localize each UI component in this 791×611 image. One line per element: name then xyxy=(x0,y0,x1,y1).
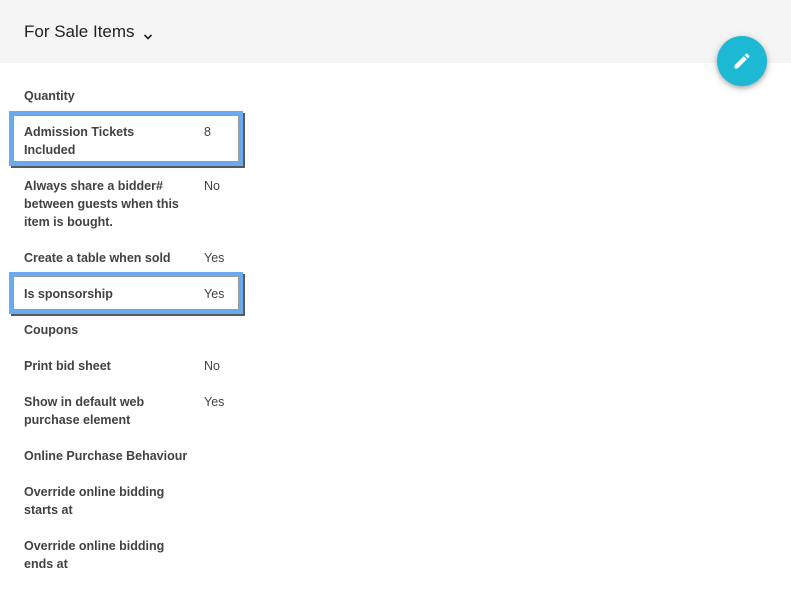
property-label: Quantity xyxy=(24,89,75,103)
section-dropdown[interactable]: For Sale Items xyxy=(24,22,153,42)
property-value: No xyxy=(204,179,220,193)
property-value: Yes xyxy=(204,395,225,409)
chevron-down-icon xyxy=(143,27,153,40)
property-value: Yes xyxy=(204,287,225,301)
property-value: 8 xyxy=(204,125,211,139)
property-label: Online Purchase Behaviour xyxy=(24,449,188,463)
property-label: Override online bidding starts at xyxy=(24,485,165,517)
pencil-icon xyxy=(734,53,750,69)
property-label: Admission Tickets Included xyxy=(24,125,135,157)
property-label: Coupons xyxy=(24,323,79,337)
property-value: Yes xyxy=(204,251,225,265)
property-value: No xyxy=(204,359,220,373)
property-label: Is sponsorship xyxy=(24,287,113,301)
edit-button[interactable] xyxy=(717,36,767,86)
property-label: Print bid sheet xyxy=(24,359,111,373)
page-title: For Sale Items xyxy=(24,22,135,41)
property-label: Override online bidding ends at xyxy=(24,539,165,571)
property-label: Always share a bidder# between guests wh… xyxy=(24,179,179,229)
property-label: Show in default web purchase element xyxy=(24,395,145,427)
property-label: Create a table when sold xyxy=(24,251,171,265)
page-header: For Sale Items xyxy=(0,0,791,63)
